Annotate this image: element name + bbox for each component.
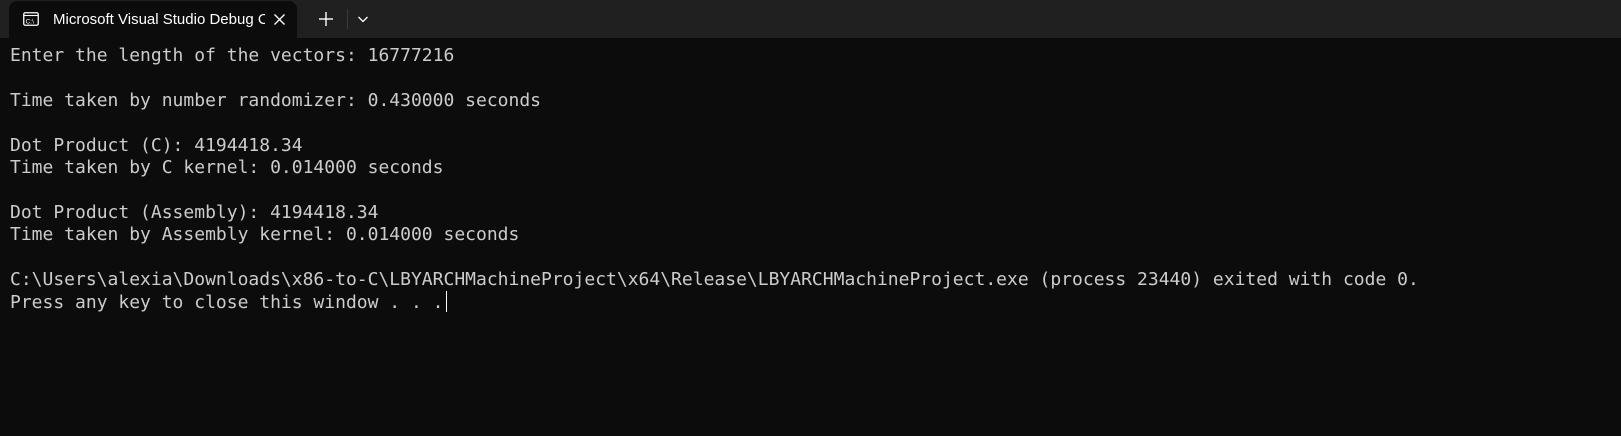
- console-prompt-line: Press any key to close this window . . .: [10, 291, 1610, 313]
- tab-debug-console[interactable]: C:\ Microsoft Visual Studio Debug Consol…: [9, 1, 297, 38]
- console-line: Enter the length of the vectors: 1677721…: [10, 45, 455, 66]
- console-output[interactable]: Enter the length of the vectors: 1677721…: [10, 45, 1610, 314]
- titlebar-divider: [347, 9, 348, 29]
- tab-dropdown-button[interactable]: [352, 7, 374, 31]
- new-tab-button[interactable]: [313, 7, 339, 31]
- console-line: Dot Product (C): 4194418.34: [10, 134, 303, 156]
- console-line: Time taken by C kernel: 0.014000 seconds: [10, 156, 444, 178]
- chevron-down-icon: [358, 16, 368, 23]
- text-cursor: [446, 291, 448, 313]
- console-prompt-text: Press any key to close this window . . .: [10, 292, 444, 314]
- svg-text:C:\: C:\: [26, 18, 34, 25]
- console-line: C:\Users\alexia\Downloads\x86-to-C\LBYAR…: [10, 268, 1419, 290]
- console-line: Time taken by Assembly kernel: 0.014000 …: [10, 224, 520, 246]
- title-bar: C:\ Microsoft Visual Studio Debug Consol…: [0, 0, 1621, 38]
- console-line: Dot Product (Assembly): 4194418.34: [10, 201, 379, 223]
- console-icon: C:\: [23, 12, 39, 26]
- terminal-window: C:\ Microsoft Visual Studio Debug Consol…: [0, 0, 1621, 436]
- console-line: Time taken by number randomizer: 0.43000…: [10, 89, 542, 111]
- close-icon[interactable]: [271, 11, 288, 28]
- tab-title: Microsoft Visual Studio Debug Console: [53, 11, 265, 28]
